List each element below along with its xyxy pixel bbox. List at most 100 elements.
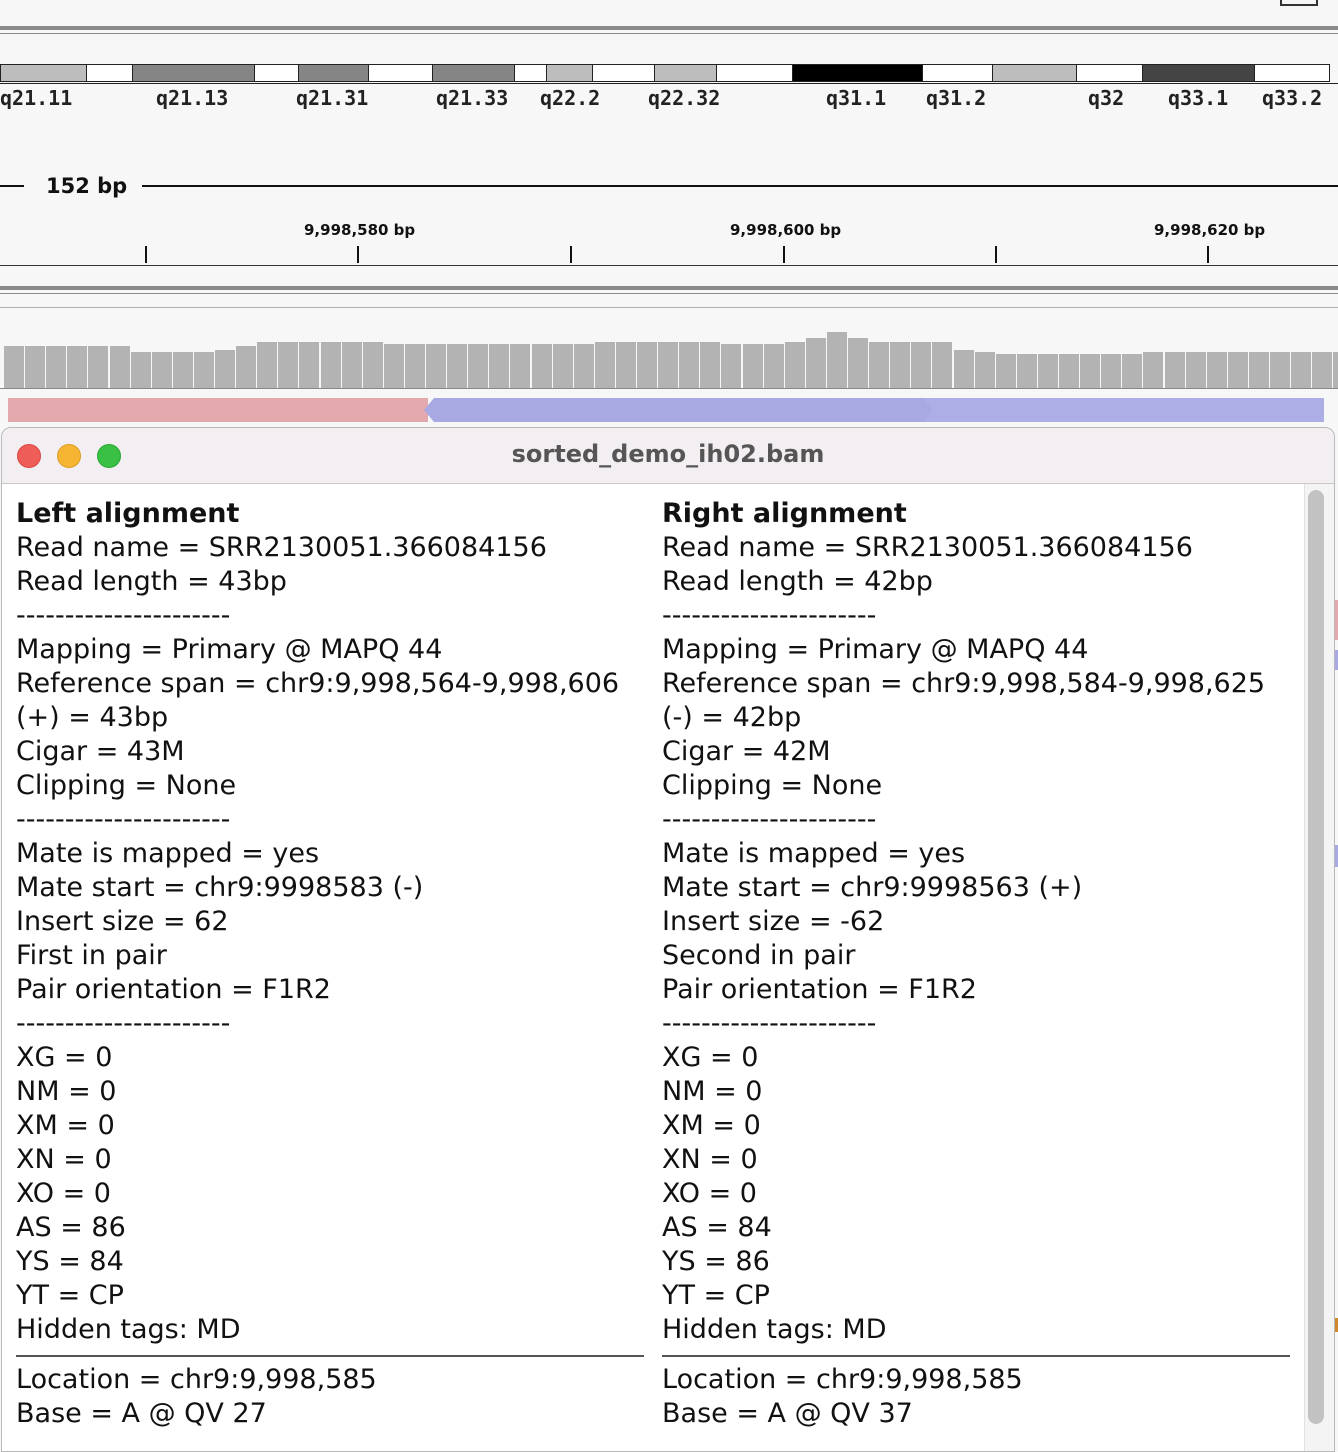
coverage-bar (193, 352, 214, 388)
scrollbar-thumb[interactable] (1308, 490, 1324, 1424)
tag-line: XG = 0 (662, 1042, 759, 1073)
ideogram-band (1142, 64, 1254, 82)
reverse-read[interactable] (920, 398, 1324, 422)
ruler-baseline (0, 265, 1338, 266)
coverage-bar (404, 344, 425, 388)
detail-line: Mate is mapped = yes (662, 838, 966, 869)
detail-line: Read name = SRR2130051.366084156 (662, 532, 1193, 563)
detail-line: Insert size = 62 (16, 906, 229, 937)
detail-line: Mate start = chr9:9998563 (+) (662, 872, 1083, 903)
ideogram-band (1254, 64, 1330, 82)
band-label: q31.1 (826, 86, 887, 110)
coverage-bar (1291, 352, 1312, 388)
tag-line: XG = 0 (16, 1042, 113, 1073)
ideogram-band (368, 64, 432, 82)
tag-line: YS = 86 (662, 1246, 770, 1277)
coverage-bar (362, 342, 383, 388)
coverage-baseline (0, 388, 1338, 389)
alignment-details: Left alignment Read name = SRR2130051.36… (3, 484, 1303, 1451)
ruler-tick (570, 246, 572, 263)
ideogram-band (432, 64, 514, 82)
detail-line: Reference span = chr9:9,998,564-9,998,60… (16, 668, 620, 699)
coverage-track[interactable] (0, 328, 1338, 390)
coverage-bar (552, 344, 573, 388)
ruler-tick-label: 9,998,580 bp (304, 221, 416, 239)
ideogram-band (592, 64, 654, 82)
tag-line: XM = 0 (16, 1110, 115, 1141)
ruler-span-line (0, 185, 24, 187)
band-label: q32 (1088, 86, 1125, 110)
band-label: q33.2 (1262, 86, 1323, 110)
tag-line: YT = CP (16, 1280, 124, 1311)
tag-line: AS = 84 (662, 1212, 772, 1243)
detail-line: Pair orientation = F1R2 (16, 974, 331, 1005)
alignment-popup-window[interactable]: sorted_demo_ih02.bam Left alignment Read… (1, 427, 1335, 1452)
panel-corner-box (1280, 0, 1318, 6)
coverage-bar (1312, 352, 1333, 388)
detail-line: (+) = 43bp (16, 702, 169, 733)
coverage-bar (1248, 352, 1269, 388)
ideogram-band (716, 64, 792, 82)
tag-line: XM = 0 (662, 1110, 761, 1141)
coverage-bar (299, 342, 320, 388)
location-line: Location = chr9:9,998,585 (662, 1364, 1023, 1395)
coverage-bar (46, 346, 67, 388)
detail-line: Clipping = None (16, 770, 237, 801)
band-label: q31.2 (926, 86, 987, 110)
coverage-bar (88, 346, 109, 388)
left-alignment-column: Left alignment Read name = SRR2130051.36… (16, 497, 646, 1431)
coverage-bar (1270, 352, 1290, 388)
coverage-bar (1227, 352, 1248, 388)
coverage-bar (995, 354, 1016, 388)
coverage-bar (468, 344, 489, 388)
coverage-bar (215, 350, 235, 388)
left-alignment-heading: Left alignment (16, 498, 240, 529)
ruler-tick-label: 9,998,600 bp (730, 221, 842, 239)
window-titlebar[interactable]: sorted_demo_ih02.bam (2, 428, 1334, 484)
coverage-bar (890, 342, 911, 388)
coverage-bar (742, 344, 763, 388)
band-label: q22.2 (540, 86, 601, 110)
coverage-bar (911, 342, 932, 388)
coverage-bar (1059, 354, 1079, 388)
separator: ---------------------- (16, 1008, 231, 1039)
detail-line: Mapping = Primary @ MAPQ 44 (662, 634, 1089, 665)
detail-line: Pair orientation = F1R2 (662, 974, 977, 1005)
band-label: q21.11 (0, 86, 73, 110)
ruler-tick (783, 246, 785, 263)
ideogram-band (254, 64, 298, 82)
detail-line: Cigar = 43M (16, 736, 185, 767)
right-alignment-heading: Right alignment (662, 498, 907, 529)
tag-line: YS = 84 (16, 1246, 124, 1277)
coverage-bar (25, 346, 46, 388)
detail-line: Second in pair (662, 940, 856, 971)
coverage-bar (383, 344, 404, 388)
chromosome-ideogram[interactable] (0, 64, 1330, 84)
detail-line: Mapping = Primary @ MAPQ 44 (16, 634, 443, 665)
coverage-bar (932, 342, 953, 388)
coverage-bar (700, 342, 721, 388)
coverage-bar (236, 346, 257, 388)
panel-divider (0, 33, 1338, 34)
tag-line: Hidden tags: MD (662, 1314, 887, 1345)
right-alignment-column: Right alignment Read name = SRR2130051.3… (662, 497, 1292, 1431)
coverage-bar (615, 342, 636, 388)
ideogram-band (546, 64, 592, 82)
ruler-tick-label: 9,998,620 bp (1154, 221, 1266, 239)
coverage-bar (257, 342, 278, 388)
coverage-bar (531, 344, 552, 388)
coverage-bar (489, 344, 510, 388)
tag-line: YT = CP (662, 1280, 770, 1311)
tag-line: NM = 0 (662, 1076, 763, 1107)
band-label: q22.32 (648, 86, 721, 110)
panel-divider (0, 286, 1338, 290)
panel-divider (0, 293, 1338, 294)
coverage-bar (953, 350, 974, 388)
tag-line: XN = 0 (662, 1144, 758, 1175)
coverage-bar (426, 344, 446, 388)
ruler-span-line (142, 185, 1338, 187)
coverage-bar (67, 346, 88, 388)
ideogram-band (514, 64, 546, 82)
detail-line: Cigar = 42M (662, 736, 831, 767)
forward-read[interactable] (8, 398, 428, 422)
